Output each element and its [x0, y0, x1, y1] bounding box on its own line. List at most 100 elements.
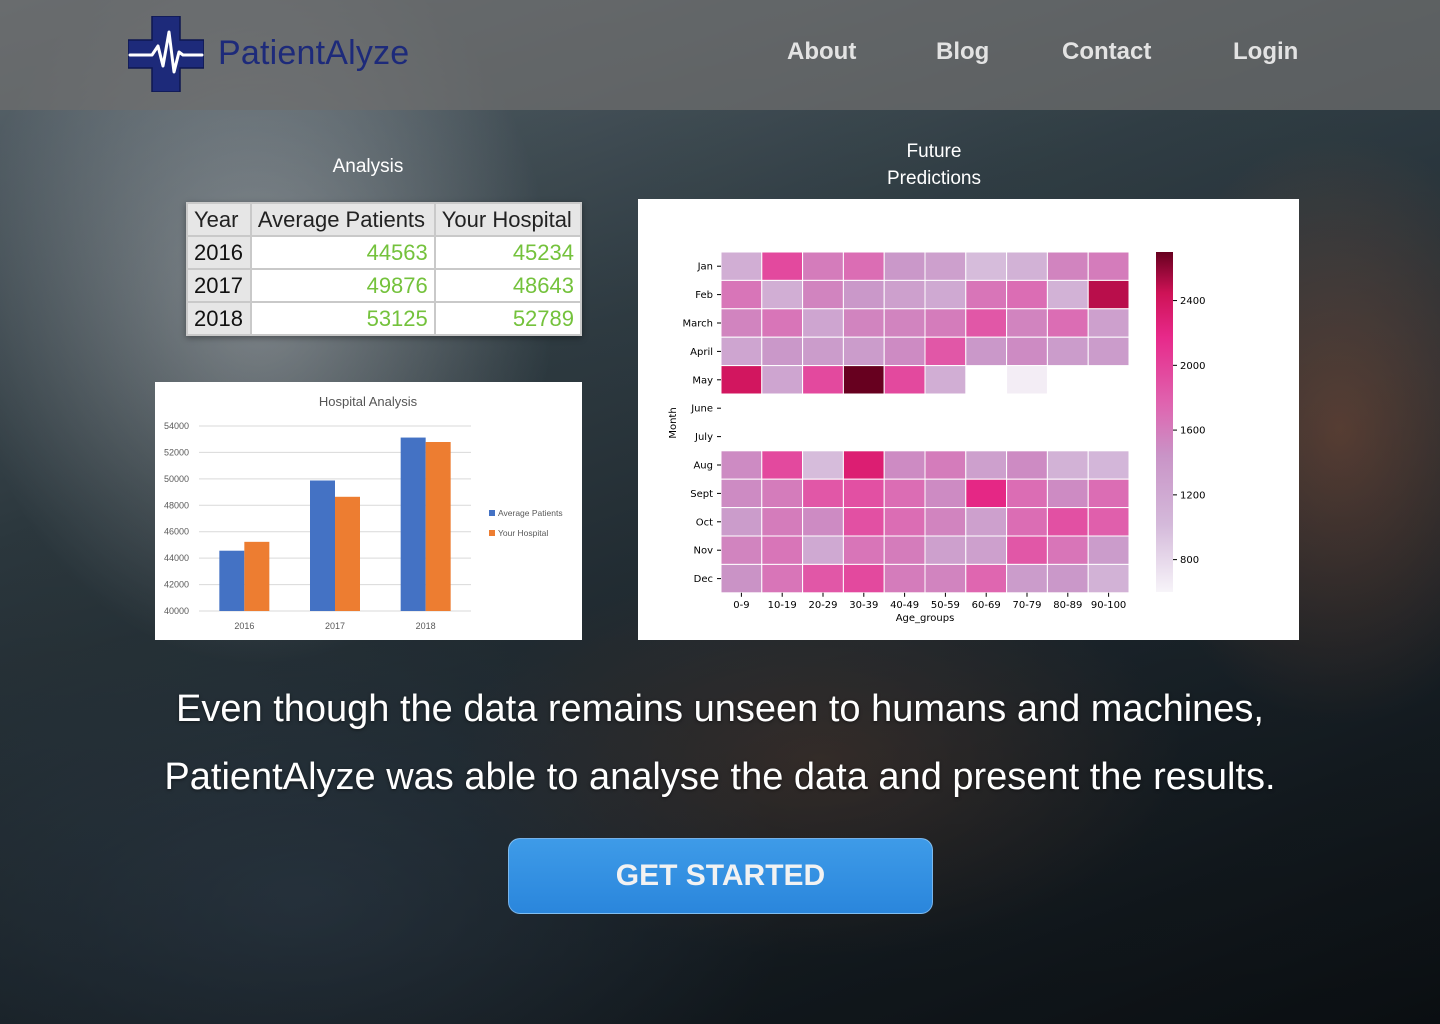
bar-chart-panel: Hospital Analysis 40000 42000 44000 46000 480… [155, 382, 582, 640]
x-tick-label: 70-79 [1012, 600, 1041, 611]
heat-cell-feb-90-100 [1087, 279, 1130, 310]
y-tick-label: Jan [697, 262, 713, 273]
heat-cell-aug-50-59 [924, 450, 967, 480]
heat-cell-nov-40-49 [883, 535, 926, 565]
x-tick-label: 10-19 [768, 600, 797, 611]
nav-link-login[interactable]: Login [1233, 38, 1298, 66]
heat-cell-jan-40-49 [883, 251, 926, 281]
x-tick-label: 60-69 [972, 600, 1001, 611]
heat-cell-jan-50-59 [924, 251, 967, 281]
get-started-button[interactable]: GET STARTED [508, 838, 933, 914]
heat-cell-nov-20-29 [802, 535, 844, 565]
y-tick-label: 42000 [164, 580, 189, 590]
heat-cell-nov-70-79 [1006, 535, 1048, 565]
heat-cell-april-80-89 [1046, 336, 1089, 367]
x-tick-label: 80-89 [1053, 600, 1082, 611]
bar-chart: Hospital Analysis 40000 42000 44000 46000 480… [164, 394, 563, 631]
heat-cell-march-50-59 [924, 308, 967, 338]
y-tick-label: 50000 [164, 474, 189, 484]
x-tick-label: 0-9 [733, 600, 749, 611]
heat-cell-may-10-19 [761, 365, 804, 395]
heat-cell-nov-80-89 [1046, 535, 1089, 565]
x-tick-label: 30-39 [849, 600, 878, 611]
x-tick-label: 90-100 [1091, 600, 1126, 611]
table-header-average: Average Patients [249, 202, 436, 237]
heat-cell-nov-10-19 [761, 535, 804, 565]
hero-line-1: Even though the data remains unseen to h… [176, 688, 1264, 730]
bar-average-patients-2017 [310, 480, 335, 611]
heat-cell-sept-60-69 [965, 478, 1008, 509]
hero-line-2: PatientAlyze was able to analyse the dat… [164, 756, 1276, 798]
heat-cell-feb-0-9 [720, 279, 763, 310]
heat-cell-feb-50-59 [924, 279, 967, 310]
table-cell-average: 44563 [249, 235, 436, 270]
heat-cell-jan-70-79 [1006, 251, 1048, 281]
table-row: 2018 53125 52789 [186, 301, 583, 336]
y-tick-label: 44000 [164, 553, 189, 563]
heat-cell-oct-80-89 [1046, 507, 1089, 537]
heat-cell-dec-60-69 [965, 563, 1008, 594]
table-header-row: Year Average Patients Your Hospital [186, 202, 583, 237]
analysis-table: Year Average Patients Your Hospital 2016… [186, 202, 583, 336]
table-cell-year: 2016 [186, 235, 252, 270]
heat-cell-oct-0-9 [720, 507, 763, 537]
x-tick-label: 40-49 [890, 600, 919, 611]
logo[interactable]: PatientAlyze [128, 16, 428, 94]
y-tick-label: 54000 [164, 421, 189, 431]
heat-cell-aug-90-100 [1087, 450, 1130, 480]
heat-cell-dec-90-100 [1087, 563, 1130, 594]
nav-link-blog[interactable]: Blog [936, 38, 989, 66]
table-header-year: Year [186, 202, 252, 237]
heat-cell-dec-80-89 [1046, 563, 1089, 594]
heat-cell-aug-10-19 [761, 450, 804, 480]
heat-cell-oct-70-79 [1006, 507, 1048, 537]
colorbar-tick-label: 2000 [1180, 361, 1205, 372]
heat-cell-dec-10-19 [761, 563, 804, 594]
heat-cell-april-20-29 [802, 336, 844, 367]
navbar: PatientAlyze About Blog Contact Login [0, 0, 1440, 110]
heat-cell-nov-50-59 [924, 535, 967, 565]
bar-your-hospital-2017 [335, 496, 360, 611]
heat-cell-march-90-100 [1087, 308, 1130, 338]
x-tick-label: 20-29 [808, 600, 837, 611]
y-tick-label: 40000 [164, 606, 189, 616]
y-tick-label: Oct [696, 517, 713, 528]
heat-cell-march-40-49 [883, 308, 926, 338]
heat-cell-may-30-39 [842, 365, 885, 395]
heat-cell-dec-40-49 [883, 563, 926, 594]
heat-cell-nov-60-69 [965, 535, 1008, 565]
legend-swatch [489, 510, 495, 516]
nav-link-contact[interactable]: Contact [1062, 38, 1151, 66]
table-cell-year: 2018 [186, 301, 252, 336]
heat-cell-march-80-89 [1046, 308, 1089, 338]
table-cell-yours: 45234 [433, 235, 583, 270]
heat-cell-sept-50-59 [924, 478, 967, 509]
y-tick-label: April [690, 347, 713, 358]
heat-cell-nov-30-39 [842, 535, 885, 565]
heat-cell-dec-0-9 [720, 563, 763, 594]
heat-cell-jan-20-29 [802, 251, 844, 281]
heat-cell-may-50-59 [924, 365, 967, 395]
heat-cell-april-90-100 [1087, 336, 1130, 367]
heat-cell-march-0-9 [720, 308, 763, 338]
heat-cell-feb-10-19 [761, 279, 804, 310]
nav-link-about[interactable]: About [787, 38, 856, 66]
heat-cell-sept-70-79 [1006, 478, 1048, 509]
heat-cell-march-30-39 [842, 308, 885, 338]
table-cell-average: 49876 [249, 268, 436, 303]
predictions-title-line2: Predictions [887, 168, 981, 189]
y-tick-label: Feb [695, 290, 713, 301]
table-header-yours: Your Hospital [433, 202, 583, 237]
heat-cell-march-60-69 [965, 308, 1008, 338]
x-tick-label: 2016 [234, 621, 254, 631]
heat-cell-april-30-39 [842, 336, 885, 367]
heat-cell-april-60-69 [965, 336, 1008, 367]
y-tick-label: 52000 [164, 447, 189, 457]
heat-cell-feb-60-69 [965, 279, 1008, 310]
heat-cell-sept-0-9 [720, 478, 763, 509]
heat-cell-jan-30-39 [842, 251, 885, 281]
y-tick-label: 48000 [164, 500, 189, 510]
colorbar-tick-label: 800 [1180, 555, 1199, 566]
heat-cell-feb-30-39 [842, 279, 885, 310]
table-cell-year: 2017 [186, 268, 252, 303]
